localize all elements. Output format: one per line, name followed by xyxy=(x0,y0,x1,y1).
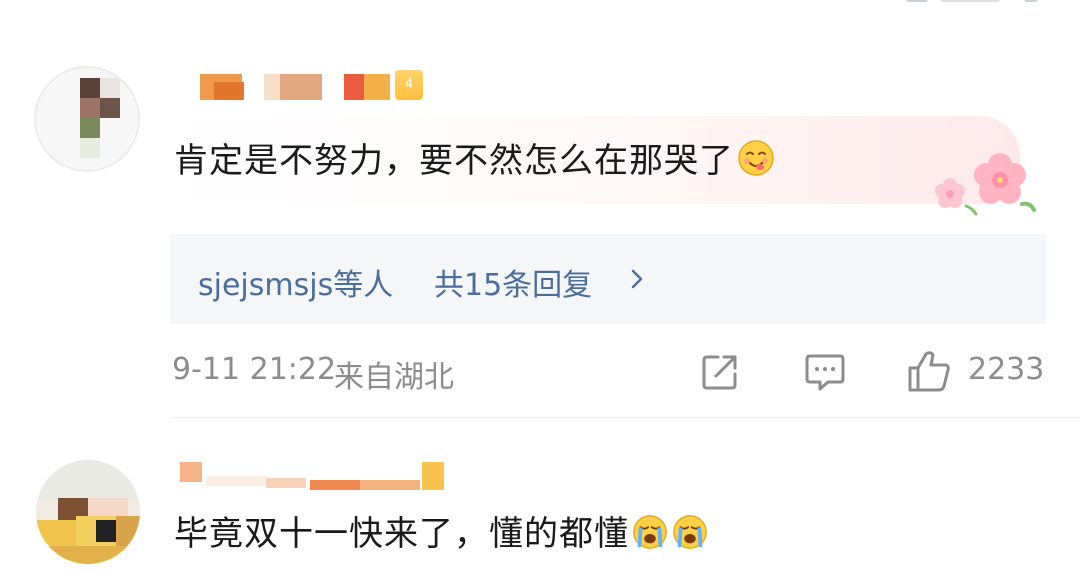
replies-preview[interactable]: sjejsmsjs等人 共15条回复 xyxy=(170,234,1046,324)
comment-icon[interactable] xyxy=(804,352,846,392)
comment-text[interactable]: 肯定是不努力，要不然怎么在那哭了 xyxy=(174,138,776,183)
comment-body: 肯定是不努力，要不然怎么在那哭了 xyxy=(174,141,734,181)
previous-item-fragment xyxy=(900,0,1050,4)
username-blurred[interactable] xyxy=(180,462,444,490)
comment-text[interactable]: 毕竟双十一快来了，懂的都懂 xyxy=(174,512,709,556)
chevron-right-icon[interactable] xyxy=(626,268,648,290)
comment-list: 4 肯定是不努力，要不然怎么在那哭了 sjejsmsjs等人 共15条回复 9-… xyxy=(0,0,1080,584)
reply-users[interactable]: sjejsmsjs等人 xyxy=(198,260,393,304)
avatar[interactable] xyxy=(34,66,140,172)
reply-count[interactable]: 共15条回复 xyxy=(434,260,592,304)
comment-location: 来自湖北 xyxy=(334,360,454,395)
comment-body: 毕竟双十一快来了，懂的都懂 xyxy=(174,514,629,554)
crying-face-emoji xyxy=(673,515,707,549)
share-icon[interactable] xyxy=(700,352,740,392)
yum-face-emoji xyxy=(738,140,774,176)
like-count[interactable]: 2233 xyxy=(968,352,1044,387)
username-blurred[interactable] xyxy=(200,74,390,100)
crying-face-emoji xyxy=(633,515,667,549)
divider xyxy=(172,417,1080,418)
thumbs-up-icon[interactable] xyxy=(906,348,952,394)
level-badge: 4 xyxy=(395,70,423,100)
comment-time: 9-11 21:22 xyxy=(172,352,337,387)
avatar[interactable] xyxy=(36,460,140,564)
cherry-blossom-icon xyxy=(935,153,1036,216)
